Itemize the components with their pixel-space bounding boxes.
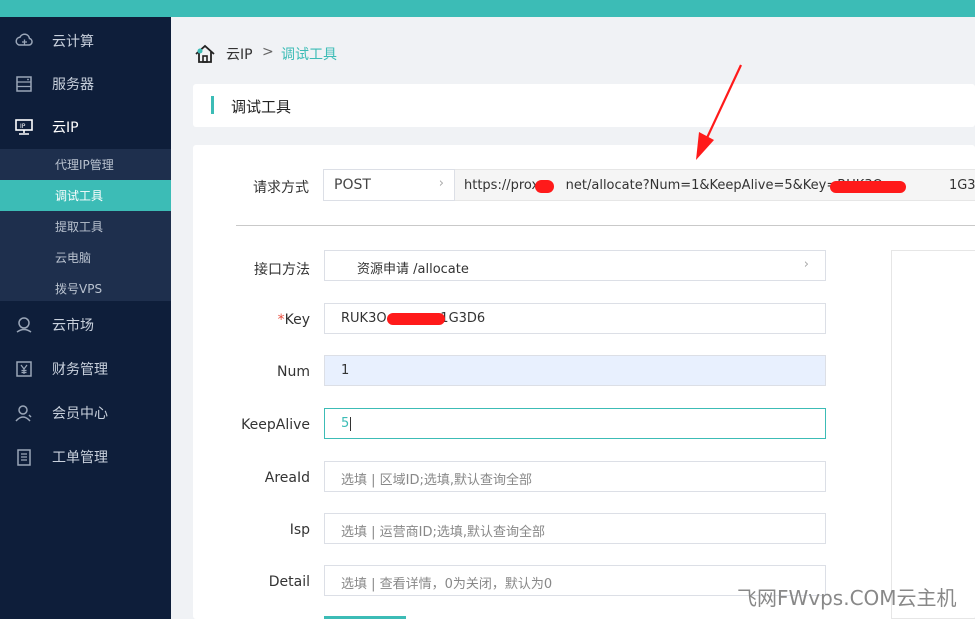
ticket-icon: [17, 449, 31, 466]
submenu-item-dial-vps[interactable]: 拨号VPS: [0, 273, 171, 304]
keepalive-label: KeepAlive: [241, 417, 310, 433]
market-icon: [16, 317, 32, 333]
areaid-placeholder: 选填 | 区域ID;选填,默认查询全部: [341, 473, 533, 488]
submenu-item-proxy-ip[interactable]: 代理IP管理: [0, 149, 171, 180]
sidebar-item-label: 云市场: [52, 318, 94, 334]
request-method-value: POST: [334, 177, 371, 193]
finance-icon: [16, 361, 32, 377]
sidebar: 云计算 服务器 IP 云IP 代理IP管理 调试工具 提取工具 云电脑 拨号VP…: [0, 17, 171, 619]
sidebar-item-market[interactable]: 云市场: [0, 303, 171, 347]
interface-method-label: 接口方法: [254, 262, 310, 278]
chevron-right-icon: ›: [803, 257, 809, 272]
sidebar-item-label: 会员中心: [52, 406, 108, 422]
request-method-select[interactable]: POST ›: [323, 169, 455, 201]
chevron-right-icon: ›: [438, 176, 444, 191]
sidebar-item-label: 服务器: [52, 77, 94, 93]
submenu-item-cloud-pc[interactable]: 云电脑: [0, 242, 171, 273]
submenu-item-label: 提取工具: [55, 220, 104, 234]
interface-method-select[interactable]: 资源申请 /allocate ›: [324, 250, 826, 281]
num-input[interactable]: 1: [324, 355, 826, 386]
keepalive-value: 5: [341, 416, 350, 431]
breadcrumb-separator: >: [262, 44, 274, 60]
num-label: Num: [277, 364, 310, 380]
submenu-item-label: 云电脑: [55, 251, 92, 265]
submenu-item-debug-tool[interactable]: 调试工具: [0, 180, 171, 211]
redaction-mark: [535, 180, 554, 193]
submenu-item-extract-tool[interactable]: 提取工具: [0, 211, 171, 242]
keepalive-input[interactable]: 5: [324, 408, 826, 439]
sidebar-item-label: 云计算: [52, 34, 94, 50]
isp-input[interactable]: 选填 | 运营商ID;选填,默认查询全部: [324, 513, 826, 544]
sidebar-item-cloud-ip[interactable]: IP 云IP: [0, 105, 171, 149]
submenu-item-label: 代理IP管理: [55, 158, 114, 172]
areaid-input[interactable]: 选填 | 区域ID;选填,默认查询全部: [324, 461, 826, 492]
submenu-item-label: 拨号VPS: [55, 282, 103, 296]
page-title: 调试工具: [231, 98, 292, 116]
areaid-label: AreaId: [264, 470, 310, 486]
sidebar-item-label: 工单管理: [52, 450, 108, 466]
cloud-compute-icon: [15, 33, 33, 46]
debug-tool-panel: 请求方式 POST › https://proxy. net/allocate?…: [193, 145, 975, 619]
required-mark: *: [277, 312, 285, 328]
sidebar-item-label: 云IP: [52, 120, 79, 136]
sidebar-item-ticket[interactable]: 工单管理: [0, 435, 171, 479]
svg-text:IP: IP: [20, 123, 26, 130]
breadcrumb-current: 调试工具: [281, 47, 337, 63]
sidebar-item-cloud-compute[interactable]: 云计算: [0, 19, 171, 63]
section-divider: [236, 225, 975, 226]
request-method-label: 请求方式: [253, 180, 309, 196]
key-input[interactable]: RUK3O 1G3D6: [324, 303, 826, 334]
detail-label: Detail: [268, 574, 310, 590]
breadcrumb-root[interactable]: 云IP: [226, 44, 253, 64]
key-label: *Key: [210, 312, 310, 328]
page-title-card: 调试工具: [193, 84, 975, 127]
sidebar-item-server[interactable]: 服务器: [0, 62, 171, 106]
redaction-mark: [830, 181, 906, 193]
sidebar-item-finance[interactable]: 财务管理: [0, 347, 171, 391]
key-label-text: Key: [284, 312, 310, 328]
request-url-display: https://proxy. net/allocate?Num=1&KeepAl…: [455, 169, 975, 201]
response-panel: [891, 250, 975, 619]
num-value: 1: [341, 363, 350, 378]
sidebar-item-label: 财务管理: [52, 362, 108, 378]
detail-placeholder: 选填 | 查看详情，0为关闭，默认为0: [341, 577, 553, 592]
title-accent-bar: [211, 96, 214, 114]
server-icon: [16, 76, 32, 92]
interface-method-value: 资源申请 /allocate: [357, 262, 469, 277]
ip-monitor-icon: IP: [15, 119, 33, 135]
home-icon[interactable]: [193, 42, 217, 66]
sidebar-item-member[interactable]: 会员中心: [0, 391, 171, 435]
isp-placeholder: 选填 | 运营商ID;选填,默认查询全部: [341, 525, 546, 540]
keepalive-value-wrap: 5: [341, 416, 352, 431]
submenu-item-label: 调试工具: [55, 189, 104, 203]
cloud-ip-submenu: 代理IP管理 调试工具 提取工具 云电脑 拨号VPS: [0, 149, 171, 301]
isp-label: Isp: [289, 522, 310, 538]
redaction-mark: [387, 313, 445, 325]
top-accent-bar: [0, 0, 975, 17]
member-icon: [15, 405, 32, 422]
text-caret: [350, 416, 352, 431]
watermark: 飞网FWvps.COM云主机: [737, 586, 957, 610]
